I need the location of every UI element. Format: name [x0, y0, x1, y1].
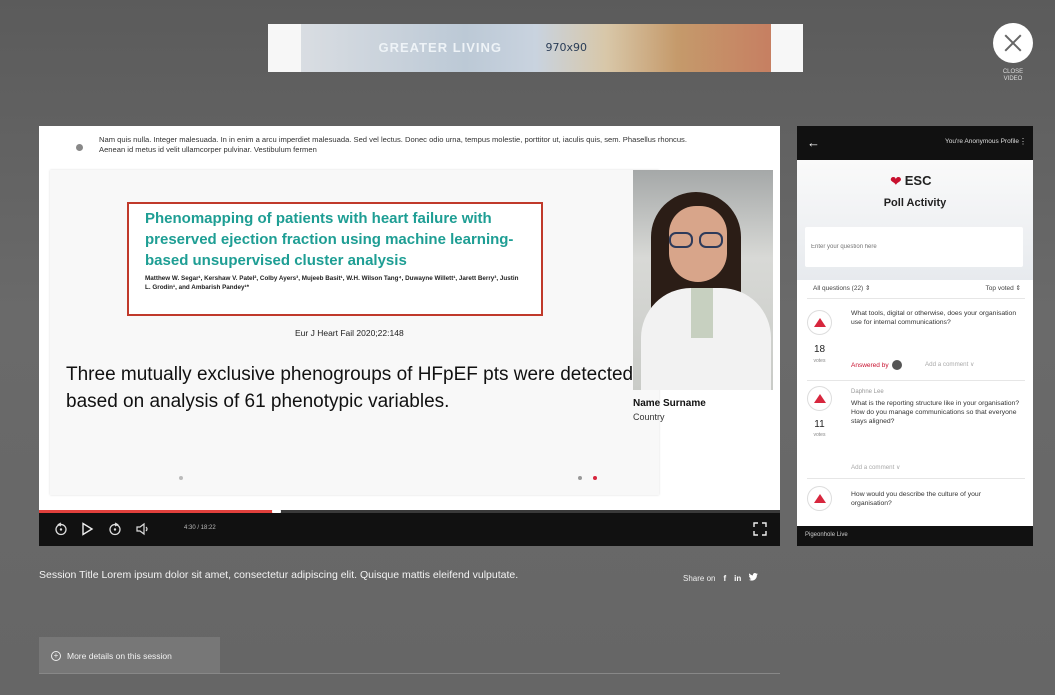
- answered-by: Answered by: [851, 360, 902, 370]
- forward-icon[interactable]: [107, 521, 123, 537]
- esc-logo: ❤ ESC: [890, 173, 931, 188]
- speaker-video-feed: [633, 170, 773, 390]
- slide-nav-dot-active: [593, 476, 597, 480]
- answered-label: Answered by: [851, 361, 889, 369]
- poll-header: ❤ ESC Poll Activity: [797, 160, 1033, 280]
- upvote-button[interactable]: [807, 486, 832, 511]
- ad-creative[interactable]: GREATER LIVING 970x90: [300, 24, 771, 72]
- facebook-icon[interactable]: f: [723, 574, 726, 583]
- bullet-icon: [76, 144, 83, 151]
- presentation-slide: Phenomapping of patients with heart fail…: [50, 170, 659, 495]
- question-input[interactable]: [805, 227, 1023, 267]
- poll-title: Poll Activity: [883, 197, 947, 209]
- fullscreen-icon[interactable]: [752, 521, 768, 537]
- upvote-button[interactable]: [807, 386, 832, 411]
- profile-label[interactable]: You're Anonymous Profile: [945, 138, 1019, 145]
- video-player[interactable]: Nam quis nulla. Integer malesuada. In in…: [39, 126, 780, 546]
- share-bar: Share on f in: [683, 573, 759, 583]
- vote-label: votes: [813, 432, 826, 438]
- more-icon[interactable]: ⋮: [1019, 137, 1027, 146]
- poll-footer: Pigeonhole Live: [797, 526, 1033, 546]
- question-sort[interactable]: Top voted ⇕: [986, 284, 1021, 292]
- add-comment-link[interactable]: Add a comment ∨: [851, 464, 901, 471]
- close-video-button[interactable]: [993, 23, 1033, 63]
- vote-count: 11: [814, 419, 825, 430]
- question-text: What tools, digital or otherwise, does y…: [851, 310, 1017, 327]
- session-title: Session Title Lorem ipsum dolor sit amet…: [39, 569, 519, 581]
- slide-main-text: Three mutually exclusive phenogroups of …: [66, 364, 634, 412]
- avatar: [891, 360, 902, 370]
- paper-authors: Matthew W. Segar¹, Kershaw V. Patel², Co…: [145, 275, 519, 292]
- question-author: Daphne Lee: [851, 389, 884, 395]
- poll-panel: ← You're Anonymous Profile ⋮ ❤ ESC Poll …: [797, 126, 1033, 546]
- heart-icon: ❤: [890, 172, 902, 189]
- divider: [39, 673, 780, 674]
- question-text: How would you describe the culture of yo…: [851, 491, 981, 508]
- player-controls: 4:30 / 18:22: [39, 513, 780, 546]
- plus-icon: +: [51, 650, 61, 661]
- upvote-button[interactable]: [807, 310, 832, 335]
- vote-label: votes: [813, 358, 826, 364]
- question-filter[interactable]: All questions (22) ⇕: [813, 284, 870, 292]
- speaker-country: Country: [633, 412, 665, 422]
- close-icon: [1004, 34, 1022, 52]
- back-arrow-icon[interactable]: ←: [807, 135, 820, 150]
- slide-header: Nam quis nulla. Integer malesuada. In in…: [39, 126, 780, 169]
- slide-nav-dot: [179, 476, 183, 480]
- ad-banner[interactable]: GREATER LIVING 970x90: [268, 24, 803, 72]
- poll-top-bar: ← You're Anonymous Profile ⋮: [797, 126, 1033, 160]
- slide-nav-dot: [578, 476, 582, 480]
- poll-footer-label: Pigeonhole Live: [805, 532, 848, 538]
- linkedin-icon[interactable]: in: [734, 574, 741, 583]
- more-details-label: More details on this session: [67, 650, 172, 661]
- esc-brand: ESC: [904, 173, 932, 188]
- time-display: 4:30 / 18:22: [184, 525, 216, 531]
- question-text: What is the reporting structure like in …: [851, 400, 1020, 426]
- speaker-name: Name Surname: [633, 398, 706, 409]
- paper-title: Phenomapping of patients with heart fail…: [145, 210, 514, 269]
- upvote-icon: [813, 494, 826, 503]
- add-comment-link[interactable]: Add a comment ∨: [925, 361, 975, 368]
- close-video-label: CLOSE VIDEO: [1002, 69, 1024, 83]
- rewind-icon[interactable]: [53, 521, 69, 537]
- paper-reference-box: Phenomapping of patients with heart fail…: [127, 202, 543, 316]
- ad-brand-text: GREATER LIVING: [378, 40, 503, 55]
- volume-icon[interactable]: [134, 521, 152, 537]
- twitter-icon[interactable]: [749, 573, 759, 583]
- play-icon[interactable]: [79, 521, 95, 537]
- upvote-icon: [813, 394, 826, 403]
- upvote-icon: [813, 318, 826, 327]
- paper-citation: Eur J Heart Fail 2020;22:148: [295, 328, 404, 338]
- slide-header-text: Nam quis nulla. Integer malesuada. In in…: [99, 135, 687, 154]
- share-label: Share on: [683, 573, 716, 583]
- vote-count: 18: [813, 344, 826, 355]
- more-details-button[interactable]: + More details on this session: [39, 637, 220, 674]
- ad-size-label: 970x90: [545, 41, 588, 54]
